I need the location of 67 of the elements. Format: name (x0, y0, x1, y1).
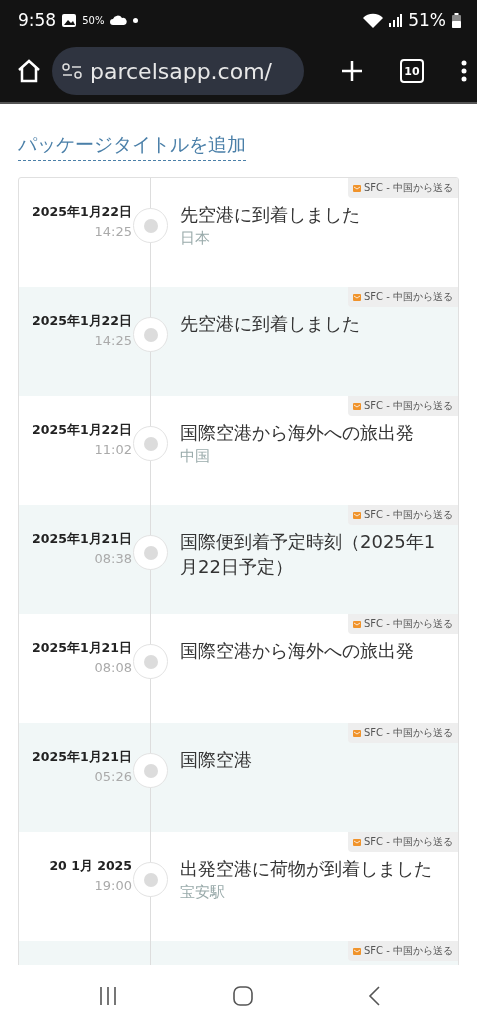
tab-count-button[interactable]: 10 (400, 59, 424, 83)
event-date: 2025年1月21日 (31, 640, 132, 657)
site-settings-icon[interactable] (62, 63, 82, 79)
wifi-icon (363, 12, 384, 28)
image-icon (62, 13, 77, 27)
mail-icon (352, 402, 361, 410)
weather-percent-label: 50% (82, 14, 105, 26)
event-time: 14:25 (93, 224, 132, 239)
mail-icon (352, 838, 361, 846)
clock: 9:58 (18, 10, 57, 30)
event-status: 出発空港に荷物が到着しました (180, 857, 433, 881)
mail-icon (352, 511, 361, 519)
event-location: 日本 (180, 229, 211, 248)
event-status: 国際空港 (180, 748, 253, 772)
add-title-link[interactable]: パッケージタイトルを追加 (18, 132, 246, 161)
cloud-icon (110, 15, 128, 25)
battery-icon (452, 12, 461, 28)
back-icon[interactable] (367, 985, 380, 1006)
timeline-node-icon (133, 317, 168, 352)
event-date: 2025年1月22日 (31, 422, 132, 439)
timeline-node-icon (133, 535, 168, 570)
timeline-node-icon (133, 862, 168, 897)
event-time: 08:08 (93, 660, 132, 675)
source-label: SFC - 中国から送る (363, 617, 453, 631)
source-label: SFC - 中国から送る (363, 290, 453, 304)
more-icon[interactable] (461, 60, 467, 82)
source-label: SFC - 中国から送る (363, 508, 453, 522)
home-icon[interactable] (16, 58, 42, 84)
event-time: 08:38 (93, 551, 132, 566)
event-status: 先空港に到着しました (180, 312, 361, 336)
source-label: SFC - 中国から送る (363, 835, 453, 849)
event-time: 05:26 (93, 769, 132, 784)
timeline-node-icon (133, 208, 168, 243)
event-status: 国際便到着予定時刻（2025年1月22日予定） (180, 530, 436, 579)
mail-icon (352, 184, 361, 192)
battery-percent: 51% (408, 10, 446, 30)
event-date: 2025年1月22日 (31, 204, 132, 221)
home-nav-icon[interactable] (232, 985, 253, 1006)
mail-icon (352, 620, 361, 628)
event-location: 中国 (180, 447, 211, 466)
event-date: 2025年1月21日 (31, 749, 132, 766)
mail-icon (352, 293, 361, 301)
event-time: 19:00 (93, 878, 132, 893)
event-status: 国際空港から海外への旅出発 (180, 639, 415, 663)
event-date: 20 1月 2025 (48, 858, 132, 875)
mail-icon (352, 729, 361, 737)
event-date: 2025年1月22日 (31, 313, 132, 330)
url-text: parcelsapp.com/ (90, 58, 272, 84)
timeline-node-icon (133, 426, 168, 461)
event-time: 14:25 (93, 333, 132, 348)
event-location: 宝安駅 (180, 883, 226, 902)
dot-icon (133, 17, 139, 23)
event-status: 先空港に到着しました (180, 203, 361, 227)
timeline-node-icon (133, 753, 168, 788)
source-label: SFC - 中国から送る (363, 399, 453, 413)
event-date: 2025年1月21日 (31, 531, 132, 548)
recent-apps-icon[interactable] (97, 986, 118, 1005)
source-label: SFC - 中国から送る (363, 181, 453, 195)
signal-icon (389, 13, 403, 27)
timeline-node-icon (133, 644, 168, 679)
event-time: 11:02 (93, 442, 132, 457)
mail-icon (352, 947, 361, 955)
plus-icon[interactable] (341, 60, 363, 82)
source-label: SFC - 中国から送る (363, 726, 453, 740)
source-label: SFC - 中国から送る (363, 944, 453, 958)
event-status: 国際空港から海外への旅出発 (180, 421, 415, 445)
address-bar[interactable]: parcelsapp.com/ (52, 47, 304, 95)
